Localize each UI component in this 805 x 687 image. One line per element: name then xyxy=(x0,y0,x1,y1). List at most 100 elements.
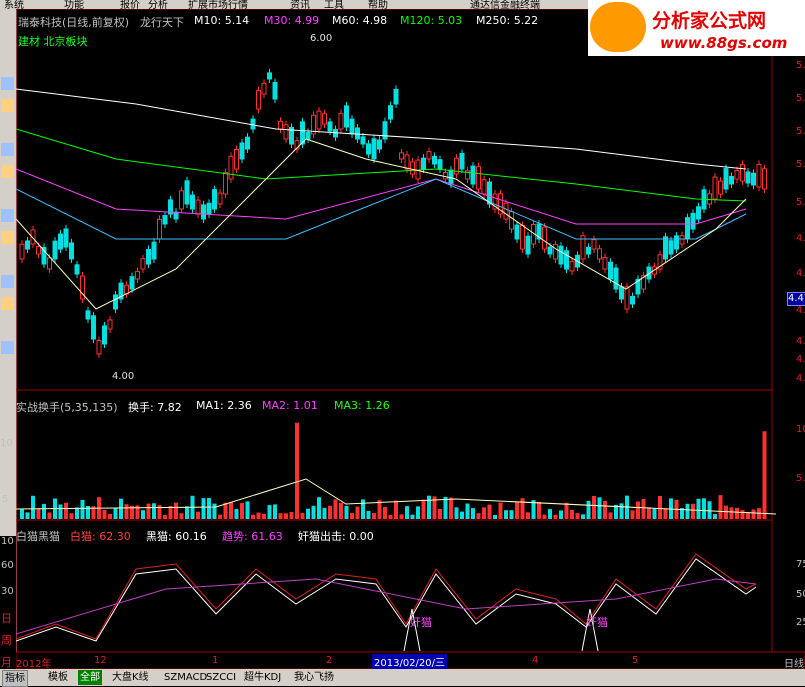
ma-icon[interactable] xyxy=(1,55,14,68)
volume-bar xyxy=(608,512,613,519)
price-candle xyxy=(228,155,234,180)
price-candle xyxy=(399,152,404,160)
period-day-button[interactable]: 日 xyxy=(1,610,12,626)
tab-szmacd[interactable]: SZMACD xyxy=(162,670,209,685)
arrow-icon[interactable] xyxy=(1,319,14,332)
price-candle xyxy=(597,248,602,260)
price-candle xyxy=(360,136,366,145)
menu-item-function[interactable]: 功能 xyxy=(64,0,84,9)
price-candle xyxy=(371,138,377,160)
tab-all[interactable]: 全部 xyxy=(78,670,102,685)
vol-icon[interactable] xyxy=(1,187,14,200)
tab-szcci[interactable]: SZCCI xyxy=(204,670,238,685)
menu-item-help[interactable]: 帮助 xyxy=(368,0,388,9)
vol-ma2: MA2: 1.01 xyxy=(262,399,318,412)
price-candle xyxy=(762,168,767,190)
volume-bar xyxy=(372,512,376,519)
volume-bar xyxy=(234,509,239,519)
volume-bar xyxy=(465,503,470,519)
price-candle xyxy=(113,294,118,310)
logo-title: 分析家公式网 xyxy=(652,10,767,32)
k-icon[interactable] xyxy=(1,165,14,178)
low-price-label: 4.00 xyxy=(112,371,135,382)
tab-heart[interactable]: 我心飞扬 xyxy=(292,670,336,685)
price-candle xyxy=(162,215,168,225)
volume-bar xyxy=(421,499,426,519)
price-candle xyxy=(239,142,245,160)
cat-y-tick: 75 xyxy=(796,559,805,570)
volume-bar xyxy=(20,509,24,519)
chart-area[interactable]: 瑞泰科技(日线,前复权) 龙行天下 M10: 5.14 M30: 4.99 M6… xyxy=(16,9,805,670)
price-candle xyxy=(129,276,135,290)
volume-bar xyxy=(262,513,266,519)
volume-bar xyxy=(702,498,706,519)
line-icon[interactable] xyxy=(1,99,14,112)
volume-bar xyxy=(405,506,409,519)
candle-icon[interactable] xyxy=(1,121,14,134)
price-candle xyxy=(151,241,157,260)
tab-indicator[interactable]: 指标 xyxy=(2,670,28,687)
price-candle xyxy=(272,81,278,100)
menu-item-analysis[interactable]: 分析 xyxy=(148,0,168,9)
price-candle xyxy=(696,206,701,220)
tab-market-k[interactable]: 大盘K线 xyxy=(110,670,151,685)
volume-bar xyxy=(64,502,68,519)
bar-icon[interactable] xyxy=(1,77,14,90)
volume-bar xyxy=(251,514,255,519)
sector-label: 建材 北京板块 xyxy=(18,35,88,48)
price-candle xyxy=(173,211,179,220)
price-candle xyxy=(74,264,80,275)
volume-bar xyxy=(713,514,717,519)
high-price-label: 6.00 xyxy=(310,33,333,44)
volume-bar xyxy=(762,431,767,519)
price-candle xyxy=(564,250,569,270)
fs-icon[interactable] xyxy=(1,341,14,354)
volume-bar xyxy=(42,503,46,519)
menu-item-system[interactable]: 系统 xyxy=(4,0,24,9)
menu-item-quote[interactable]: 报价 xyxy=(120,0,140,9)
x-cursor-date: 2013/02/20/三 xyxy=(372,654,448,669)
price-candle xyxy=(751,172,756,186)
volume-bar xyxy=(179,513,184,519)
y-tick: 4. xyxy=(796,233,805,244)
menu-item-tools[interactable]: 工具 xyxy=(324,0,344,9)
price-candle xyxy=(432,156,437,165)
x-label: 12 xyxy=(94,655,107,666)
volume-bar xyxy=(498,502,503,519)
volume-bar xyxy=(25,512,30,519)
tab-kdj[interactable]: 超牛KDJ xyxy=(242,670,283,685)
white-cat-line xyxy=(16,553,757,640)
period-week-button[interactable]: 周 xyxy=(1,632,12,648)
volume-bar xyxy=(515,502,519,519)
rsi-icon[interactable] xyxy=(1,275,14,288)
cat-title: 白猫黑猫 xyxy=(16,530,60,543)
period-month-button[interactable]: 月 xyxy=(1,654,12,670)
y-tick: 5. xyxy=(796,93,805,104)
volume-bar xyxy=(438,508,442,519)
volume-bar xyxy=(460,511,464,519)
vol-y-tick: 5. xyxy=(796,473,805,484)
volume-bar xyxy=(394,500,398,519)
price-candle xyxy=(135,271,140,280)
circle-icon[interactable] xyxy=(1,297,14,310)
menu-item-market[interactable]: 扩展市场行情 xyxy=(188,0,248,9)
volume-bar xyxy=(724,505,728,519)
menu-item-news[interactable]: 资讯 xyxy=(290,0,310,9)
tick-icon[interactable] xyxy=(1,143,14,156)
price-candle xyxy=(267,72,272,80)
tab-template[interactable]: 模板 xyxy=(46,670,70,685)
price-candle xyxy=(52,240,58,260)
price-candle xyxy=(201,204,206,220)
price-candle xyxy=(674,235,679,250)
cat-y-tick: 25 xyxy=(796,617,805,628)
sr-icon[interactable] xyxy=(1,231,14,244)
price-candle xyxy=(443,171,448,180)
price-candle xyxy=(586,246,591,255)
volume-bar xyxy=(141,510,145,519)
volume-bar xyxy=(108,513,112,519)
left-axis-tick: 30 xyxy=(1,586,14,597)
fz-icon[interactable] xyxy=(1,209,14,222)
cyc-icon[interactable] xyxy=(1,253,14,266)
volume-bar xyxy=(196,511,200,519)
cat-trend: 趋势: 61.63 xyxy=(222,530,283,543)
